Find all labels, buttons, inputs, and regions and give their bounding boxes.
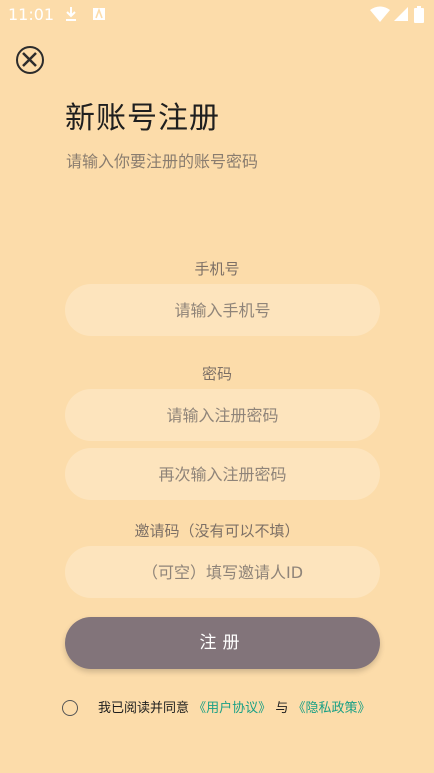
phone-label: 手机号 [194, 260, 240, 278]
invite-code-input[interactable] [65, 546, 380, 598]
register-button[interactable]: 注册 [65, 617, 380, 669]
password-confirm-input[interactable] [65, 448, 380, 500]
agreement-and: 与 [275, 701, 289, 716]
battery-icon [414, 6, 424, 27]
close-icon[interactable] [16, 46, 44, 74]
invite-label: 邀请码（没有可以不填） [134, 522, 300, 540]
phone-input[interactable] [65, 284, 380, 336]
signal-icon [393, 6, 409, 26]
password-input[interactable] [65, 389, 380, 441]
agreement-checkbox[interactable] [62, 700, 78, 716]
a-badge-icon [92, 6, 106, 26]
status-time: 11:01 [8, 5, 55, 24]
password-label: 密码 [201, 365, 232, 383]
page-title: 新账号注册 [65, 101, 220, 136]
page-subtitle: 请输入你要注册的账号密码 [66, 152, 259, 171]
agreement-prefix: 我已阅读并同意 [98, 701, 190, 716]
user-agreement-link[interactable]: 《用户协议》 [193, 701, 271, 716]
status-bar: 11:01 [0, 0, 434, 30]
download-icon [64, 6, 78, 26]
privacy-policy-link[interactable]: 《隐私政策》 [292, 701, 370, 716]
wifi-icon [370, 6, 390, 26]
